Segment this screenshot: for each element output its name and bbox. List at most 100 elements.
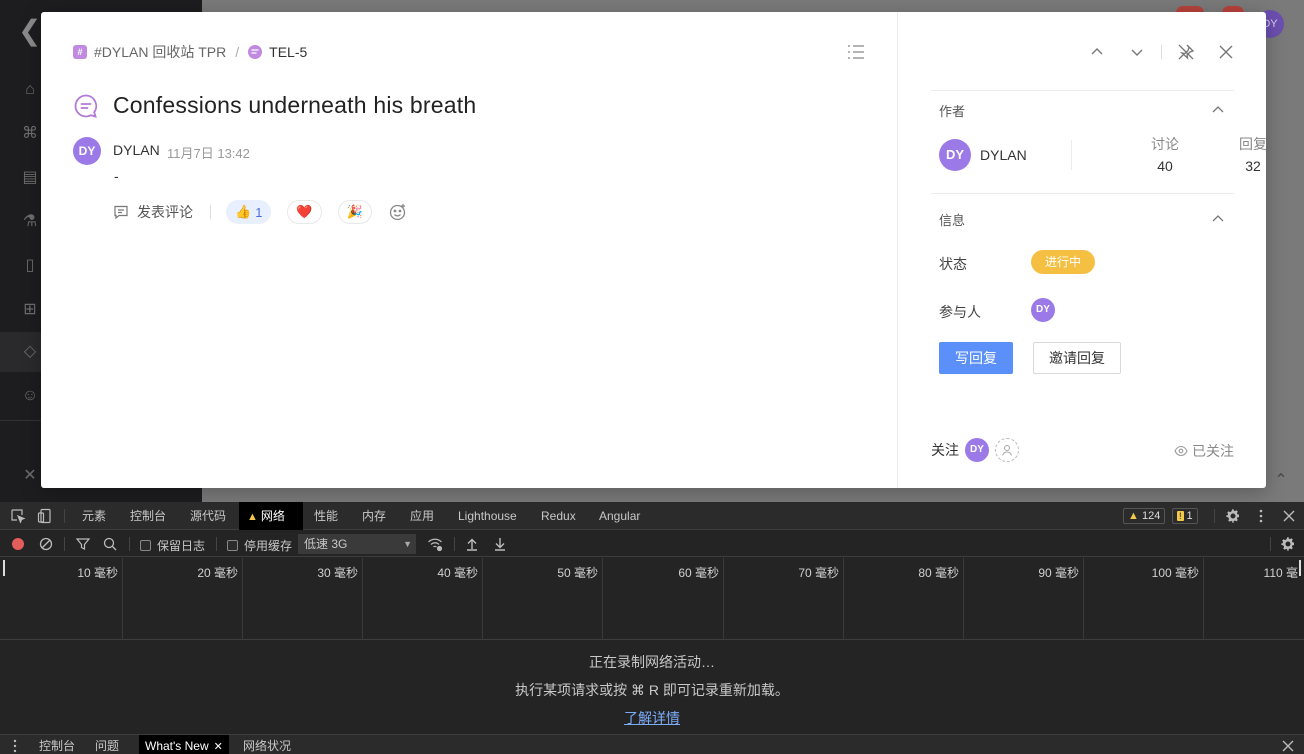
- tab-lighthouse[interactable]: Lighthouse: [450, 502, 525, 530]
- record-button[interactable]: [12, 538, 24, 550]
- reaction-party[interactable]: 🎉: [337, 200, 372, 224]
- flask-icon: ⚗: [22, 213, 38, 230]
- topic-sidebar: 作者 DY DYLAN 讨论 40 回复 32 信息 状态 进行中 参与人 DY…: [897, 12, 1266, 488]
- timeline-tick: 100 毫秒: [1084, 558, 1204, 640]
- timeline-tick: 30 毫秒: [243, 558, 363, 640]
- followed-label: 已关注: [1192, 443, 1234, 459]
- tab-angular[interactable]: Angular: [591, 502, 648, 530]
- close-devtools-icon[interactable]: [1281, 508, 1297, 524]
- scroll-top-icon: ⌃: [1274, 472, 1288, 489]
- tab-network-label: 网络: [260, 509, 285, 523]
- throttling-select[interactable]: 低速 3G ▼: [298, 534, 416, 554]
- messages-count: 1: [1186, 510, 1193, 522]
- status-label: 状态: [939, 256, 967, 272]
- robot-icon: ☺: [21, 387, 39, 404]
- followers-row: 关注 DY: [931, 438, 1019, 462]
- unpin-icon[interactable]: [1177, 43, 1195, 61]
- network-timeline-overview[interactable]: 10 毫秒 20 毫秒 30 毫秒 40 毫秒 50 毫秒 60 毫秒 70 毫…: [0, 558, 1304, 640]
- tab-network[interactable]: ▲ 网络: [239, 502, 303, 530]
- author-name[interactable]: DYLAN: [980, 147, 1027, 163]
- throttling-value: 低速 3G: [304, 537, 348, 551]
- filter-icon[interactable]: [75, 536, 91, 552]
- timeline-tick: 110 毫: [1263, 566, 1298, 580]
- timeline-tick: 70 毫秒: [724, 558, 844, 640]
- post-time: 11月7日 13:42: [167, 146, 250, 161]
- status-badge[interactable]: 进行中: [1031, 250, 1096, 274]
- replies-stat: 回复 32: [1223, 134, 1266, 174]
- tab-performance[interactable]: 性能: [306, 502, 346, 530]
- invite-reply-button[interactable]: 邀请回复: [1033, 342, 1121, 374]
- timeline-tick: 20 毫秒: [123, 558, 243, 640]
- reaction-thumbs-up[interactable]: 👍 1: [226, 200, 272, 224]
- thumbs-up-icon: 👍: [235, 204, 252, 219]
- tab-console[interactable]: 控制台: [122, 502, 174, 530]
- avatar[interactable]: DY: [1031, 298, 1055, 322]
- topic-icon: [248, 45, 263, 59]
- tab-elements[interactable]: 元素: [74, 502, 114, 530]
- timeline-handle-end[interactable]: [1299, 560, 1301, 576]
- previous-chevron-up-icon[interactable]: [1088, 43, 1106, 61]
- settings-gear-icon[interactable]: [1225, 508, 1241, 524]
- drawer-tab-issues[interactable]: 问题: [89, 735, 125, 754]
- tab-application[interactable]: 应用: [402, 502, 442, 530]
- reaction-heart[interactable]: ❤️: [287, 200, 322, 224]
- comment-icon: [114, 205, 128, 220]
- add-emoji-icon[interactable]: [388, 202, 408, 222]
- tab-redux[interactable]: Redux: [533, 502, 584, 530]
- timeline-tick: 50 毫秒: [483, 558, 603, 640]
- inspect-element-icon[interactable]: [10, 508, 26, 524]
- book-icon: ▯: [25, 257, 35, 274]
- devtools-tab-bar: 元素 控制台 源代码 ▲ 网络 性能 内存 应用 Lighthouse Redux…: [0, 502, 1304, 530]
- close-icon[interactable]: [1217, 43, 1235, 61]
- search-icon[interactable]: [102, 536, 118, 552]
- timeline-tick: 40 毫秒: [363, 558, 483, 640]
- learn-more-link[interactable]: 了解详情: [624, 710, 680, 726]
- import-har-icon[interactable]: [464, 536, 480, 552]
- close-drawer-icon[interactable]: [1280, 738, 1296, 754]
- post-actions: 发表评论 👍 1 ❤️ 🎉: [113, 200, 408, 224]
- tab-sources[interactable]: 源代码: [182, 502, 234, 530]
- warnings-count-badge[interactable]: ▲ 124: [1123, 508, 1166, 524]
- avatar[interactable]: DY: [73, 137, 101, 165]
- drawer-tab-network-conditions[interactable]: 网络状况: [237, 735, 297, 754]
- reaction-count: 1: [255, 204, 263, 220]
- preserve-log-checkbox[interactable]: 保留日志: [140, 537, 205, 554]
- avatar[interactable]: DY: [965, 438, 989, 462]
- tab-memory[interactable]: 内存: [354, 502, 394, 530]
- disable-cache-checkbox[interactable]: 停用缓存: [227, 537, 292, 554]
- breadcrumb-channel[interactable]: #DYLAN 回收站 TPR: [94, 42, 226, 62]
- export-har-icon[interactable]: [492, 536, 508, 552]
- comment-button[interactable]: 发表评论: [113, 202, 193, 222]
- post-author[interactable]: DYLAN: [113, 142, 160, 158]
- network-settings-gear-icon[interactable]: [1280, 536, 1296, 552]
- more-options-icon[interactable]: [1253, 508, 1269, 524]
- home-icon: ⌂: [25, 81, 35, 98]
- disable-cache-label: 停用缓存: [244, 539, 293, 553]
- channel-icon: #: [73, 45, 87, 59]
- close-tab-icon[interactable]: ✕: [214, 741, 223, 753]
- breadcrumb: # #DYLAN 回收站 TPR / TEL-5: [73, 43, 307, 61]
- add-follower-button[interactable]: [995, 438, 1019, 462]
- collapse-info-chevron-icon[interactable]: [1212, 214, 1224, 222]
- followed-toggle[interactable]: 已关注: [1174, 441, 1234, 461]
- drawer-tab-console[interactable]: 控制台: [33, 735, 81, 754]
- drawer-tab-whats-new[interactable]: What's New ✕: [139, 735, 229, 754]
- info-section-title: 信息: [939, 213, 966, 228]
- outline-list-icon[interactable]: [847, 44, 865, 60]
- breadcrumb-topic[interactable]: TEL-5: [269, 44, 307, 60]
- reply-button[interactable]: 写回复: [939, 342, 1013, 374]
- drawer-menu-icon[interactable]: [13, 739, 17, 753]
- topic-main: # #DYLAN 回收站 TPR / TEL-5 Confessions und…: [41, 12, 897, 488]
- preserve-log-label: 保留日志: [157, 539, 206, 553]
- next-chevron-down-icon[interactable]: [1128, 43, 1146, 61]
- messages-count-badge[interactable]: ! 1: [1172, 508, 1198, 524]
- eye-icon: [1174, 445, 1188, 457]
- participants-label: 参与人: [939, 304, 981, 320]
- avatar[interactable]: DY: [939, 139, 971, 171]
- modal-nav: [897, 12, 1266, 92]
- device-toolbar-icon[interactable]: [37, 508, 53, 524]
- replies-value: 32: [1245, 158, 1261, 174]
- collapse-author-chevron-icon[interactable]: [1212, 105, 1224, 113]
- clear-icon[interactable]: [38, 536, 54, 552]
- network-conditions-icon[interactable]: [427, 536, 443, 552]
